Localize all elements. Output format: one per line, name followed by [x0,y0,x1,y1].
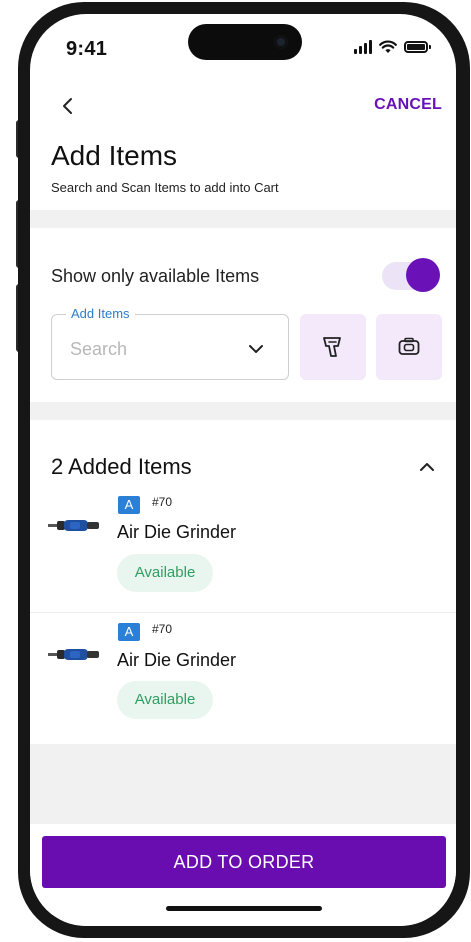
section-divider [30,402,456,420]
toggle-knob [406,258,440,292]
item-name: Air Die Grinder [117,522,237,542]
item-name: Air Die Grinder [117,650,237,670]
phone-frame: 9:41 CANCEL Add Items Search and Scan It… [18,2,470,938]
item-sku: #70 [152,622,173,636]
page-subtitle: Search and Scan Items to add into Cart [51,180,279,195]
added-item-row[interactable]: A #70 Air Die Grinder Available [30,484,456,612]
collapse-added-items-button[interactable] [416,456,438,478]
chevron-left-icon [63,98,72,114]
page-title: Add Items [51,140,178,171]
available-only-toggle[interactable] [382,258,440,292]
add-items-field-label: Add Items [66,306,135,321]
app-screen: 9:41 CANCEL Add Items Search and Scan It… [30,14,456,926]
added-items-title: 2 Added Items [51,454,192,479]
chevron-up-icon [420,463,434,471]
item-class-badge: A [118,623,140,641]
back-button[interactable] [56,94,80,118]
cancel-button[interactable]: CANCEL [374,96,442,114]
air-die-grinder-thumbnail [48,649,99,660]
add-to-order-button[interactable]: ADD TO ORDER [42,836,446,888]
battery-icon [404,41,431,53]
status-badge: Available [117,681,213,719]
dynamic-island [188,24,302,60]
signal-icon [354,40,372,54]
search-dropdown-button[interactable] [245,338,267,360]
added-item-row[interactable]: A #70 Air Die Grinder Available [30,612,456,741]
item-class-badge: A [118,496,140,514]
barcode-scanner-icon [323,337,341,357]
available-only-label: Show only available Items [51,266,260,286]
section-divider [30,210,456,228]
status-icons [354,40,431,54]
home-indicator[interactable] [166,906,322,911]
search-placeholder: Search [70,339,128,359]
item-sku: #70 [152,495,173,509]
barcode-scan-button[interactable] [300,314,366,380]
chevron-down-icon [249,345,263,353]
status-badge: Available [117,554,213,592]
camera-icon [398,337,420,355]
empty-area [30,744,456,834]
status-time: 9:41 [66,38,108,60]
camera-scan-button[interactable] [376,314,442,380]
wifi-icon [379,40,397,53]
air-die-grinder-thumbnail [48,520,99,531]
